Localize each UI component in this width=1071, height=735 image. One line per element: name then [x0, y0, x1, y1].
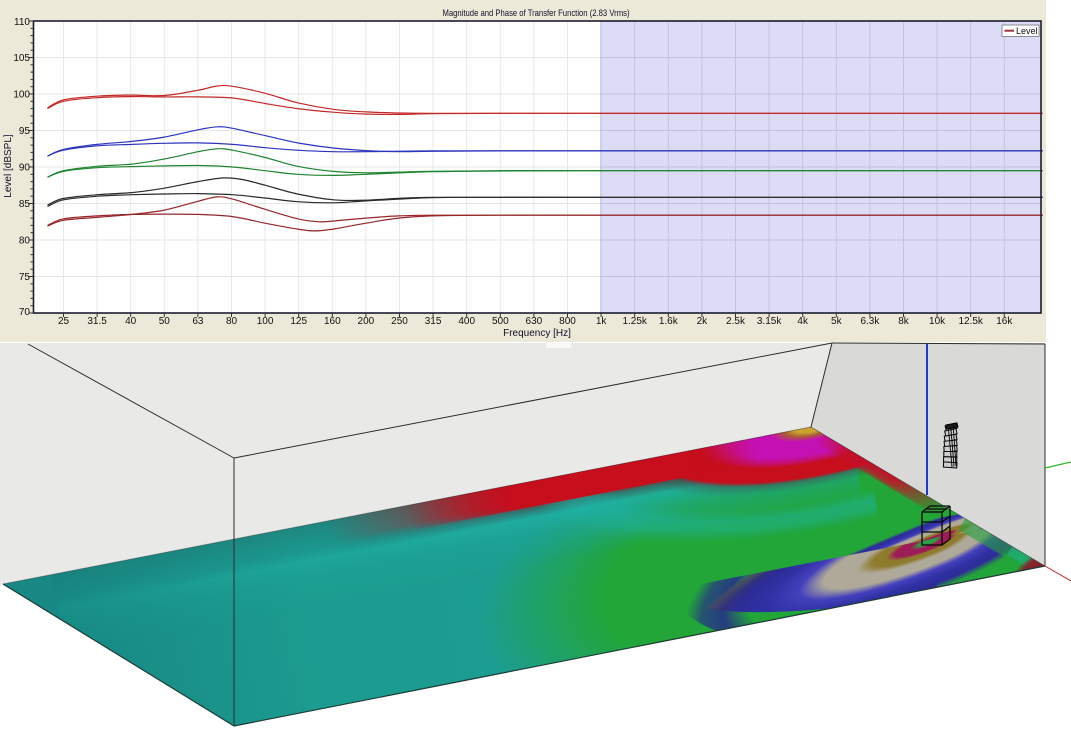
svg-text:110: 110	[14, 17, 30, 28]
svg-text:10k: 10k	[929, 316, 946, 327]
svg-text:95: 95	[19, 126, 31, 137]
svg-text:6.3k: 6.3k	[860, 316, 880, 327]
svg-text:90: 90	[19, 163, 31, 174]
svg-text:200: 200	[358, 316, 375, 327]
svg-text:40: 40	[125, 316, 137, 327]
svg-text:85: 85	[19, 199, 31, 210]
svg-text:125: 125	[290, 316, 307, 327]
svg-text:2.5k: 2.5k	[726, 316, 746, 327]
svg-text:315: 315	[425, 316, 442, 327]
svg-text:1k: 1k	[596, 316, 608, 327]
svg-text:5k: 5k	[831, 316, 843, 327]
svg-text:Level [dBSPL]: Level [dBSPL]	[3, 134, 14, 198]
svg-text:100: 100	[13, 90, 30, 101]
svg-text:Level: Level	[1016, 26, 1038, 36]
svg-text:16k: 16k	[996, 316, 1013, 327]
svg-text:160: 160	[324, 316, 341, 327]
svg-text:4k: 4k	[797, 316, 809, 327]
svg-text:800: 800	[559, 316, 576, 327]
svg-text:400: 400	[458, 316, 475, 327]
svg-text:1.6k: 1.6k	[659, 316, 679, 327]
svg-text:2k: 2k	[697, 316, 709, 327]
svg-text:75: 75	[19, 272, 31, 283]
svg-text:105: 105	[13, 53, 30, 64]
svg-text:1.25k: 1.25k	[622, 316, 647, 327]
svg-text:70: 70	[19, 307, 31, 318]
svg-text:63: 63	[192, 316, 204, 327]
svg-text:80: 80	[226, 316, 238, 327]
svg-text:80: 80	[19, 236, 31, 247]
svg-text:Magnitude and Phase of Transfe: Magnitude and Phase of Transfer Function…	[443, 8, 630, 19]
svg-text:630: 630	[526, 316, 543, 327]
svg-text:25: 25	[58, 316, 70, 327]
svg-text:31.5: 31.5	[87, 316, 107, 327]
svg-text:50: 50	[159, 316, 171, 327]
svg-text:500: 500	[492, 316, 509, 327]
svg-text:Frequency [Hz]: Frequency [Hz]	[503, 328, 571, 339]
svg-text:100: 100	[257, 316, 274, 327]
svg-text:3.15k: 3.15k	[757, 316, 782, 327]
svg-text:250: 250	[391, 316, 408, 327]
svg-text:8k: 8k	[898, 316, 910, 327]
svg-text:12.5k: 12.5k	[958, 316, 983, 327]
